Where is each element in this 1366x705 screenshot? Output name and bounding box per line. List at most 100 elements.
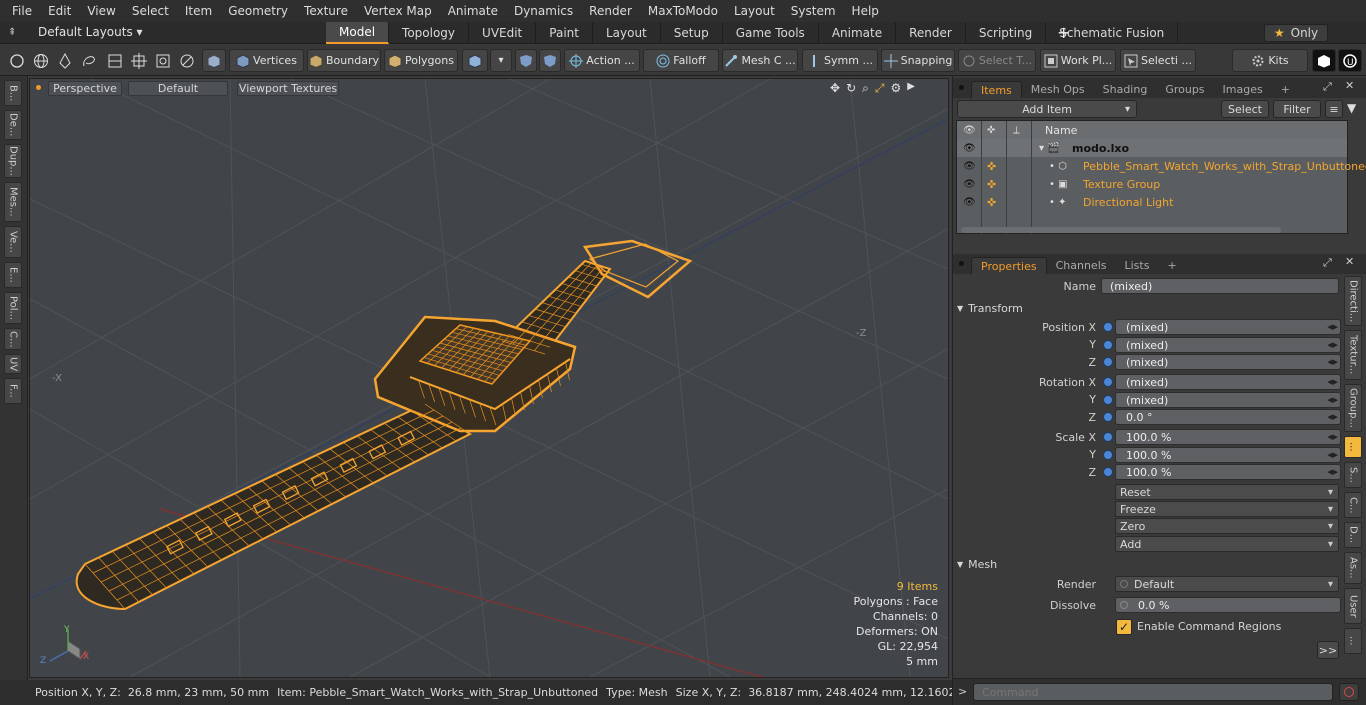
menu-item-texture[interactable]: Texture (296, 4, 356, 18)
dissolve-field[interactable]: 0.0 % (1115, 597, 1341, 613)
stepper-arrows-icon[interactable]: ◀▶ (1327, 378, 1338, 386)
globe-button[interactable] (30, 49, 52, 72)
left-tab-5[interactable]: E... (4, 262, 22, 288)
add-dropdown[interactable]: Add (1115, 536, 1339, 552)
menu-item-item[interactable]: Item (177, 4, 220, 18)
add-item-dropdown[interactable]: Add Item ▾ (957, 100, 1137, 118)
pos-field-x[interactable]: (mixed) ◀▶ (1115, 319, 1341, 335)
left-tab-9[interactable]: F... (4, 378, 22, 404)
symmetry-a-button[interactable] (515, 49, 537, 72)
mode-dropdown-button[interactable]: ▾ (490, 49, 512, 72)
center-button[interactable] (128, 49, 150, 72)
viewport-expand-icon[interactable]: ▶ (907, 81, 915, 96)
right-tab-8[interactable]: User (1344, 588, 1362, 624)
stepper-arrows-icon[interactable]: ◀▶ (1327, 396, 1338, 404)
items-list-scrollbar[interactable] (961, 227, 1281, 233)
pos-field-z[interactable]: (mixed) ◀▶ (1115, 354, 1341, 370)
rot-field-y[interactable]: (mixed) ◀▶ (1115, 392, 1341, 408)
select-button[interactable]: Select (1221, 100, 1269, 118)
stepper-arrows-icon[interactable]: ◀▶ (1327, 451, 1338, 459)
reset-dropdown[interactable]: Reset (1115, 484, 1339, 500)
stepper-arrows-icon[interactable]: ◀▶ (1327, 413, 1338, 421)
right-tab-9[interactable]: ... (1344, 628, 1362, 654)
pos-field-y[interactable]: (mixed) ◀▶ (1115, 337, 1341, 353)
command-input[interactable] (973, 683, 1333, 701)
animate-keyframe-dot[interactable] (1103, 450, 1113, 460)
layout-tab-render[interactable]: Render (896, 22, 966, 44)
items-tab-groups[interactable]: Groups (1156, 81, 1213, 98)
rotate-view-icon[interactable]: ↻ (846, 81, 856, 96)
add-layout-tab-icon[interactable]: + (1057, 23, 1070, 42)
menu-item-help[interactable]: Help (844, 4, 887, 18)
items-tab-mesh-ops[interactable]: Mesh Ops (1022, 81, 1094, 98)
add-tab-icon[interactable]: + (1272, 81, 1299, 98)
items-options-button[interactable]: ≡ (1325, 100, 1343, 118)
select-mode-circle-button[interactable] (6, 49, 28, 72)
scl-field-z[interactable]: 100.0 % ◀▶ (1115, 464, 1341, 480)
move-view-icon[interactable]: ✥ (830, 81, 840, 96)
menu-item-animate[interactable]: Animate (440, 4, 506, 18)
menu-item-file[interactable]: File (4, 4, 40, 18)
items-tab-images[interactable]: Images (1214, 81, 1272, 98)
select-through-button[interactable]: Select T... (958, 49, 1036, 72)
visibility-eye-icon[interactable]: 👁 (963, 143, 976, 154)
mesh-section-header[interactable]: ▼ Mesh (957, 556, 1342, 573)
panel-menu-dot[interactable] (959, 85, 964, 90)
left-tab-4[interactable]: Ve... (4, 226, 22, 258)
mesh-constraints-button[interactable]: Mesh C ... (722, 49, 798, 72)
right-tab-6[interactable]: D... (1344, 522, 1362, 548)
zoom-view-icon[interactable]: ⌕ (862, 81, 869, 96)
items-tab-shading[interactable]: Shading (1094, 81, 1157, 98)
properties-tab-properties[interactable]: Properties (971, 257, 1047, 274)
menu-item-maxtomodo[interactable]: MaxToModo (640, 4, 726, 18)
command-record-button[interactable] (1339, 683, 1359, 701)
layout-tab-scripting[interactable]: Scripting (966, 22, 1047, 44)
menu-item-view[interactable]: View (79, 4, 123, 18)
transform-lock-icon[interactable]: ✜ (987, 160, 996, 173)
boundary-button[interactable]: Boundary (307, 49, 381, 72)
layout-tab-game-tools[interactable]: Game Tools (723, 22, 819, 44)
layout-tab-uvedit[interactable]: UVEdit (469, 22, 537, 44)
layout-tab-topology[interactable]: Topology (389, 22, 470, 44)
left-tab-3[interactable]: Mes... (4, 182, 22, 222)
stepper-arrows-icon[interactable]: ◀▶ (1327, 323, 1338, 331)
pen-tool-button[interactable] (54, 49, 76, 72)
name-field[interactable]: (mixed) (1101, 278, 1339, 294)
rot-field-x[interactable]: (mixed) ◀▶ (1115, 374, 1341, 390)
stepper-arrows-icon[interactable]: ◀▶ (1327, 358, 1338, 366)
item-row[interactable]: 👁 ✜ • ✦ Directional Light (957, 193, 1347, 211)
scl-field-y[interactable]: 100.0 % ◀▶ (1115, 447, 1341, 463)
modo-logo-button[interactable] (1312, 49, 1336, 72)
layout-tab-setup[interactable]: Setup (661, 22, 723, 44)
right-tab-0[interactable]: Directi... (1344, 276, 1362, 326)
layout-tab-layout[interactable]: Layout (593, 22, 661, 44)
animate-keyframe-dot[interactable] (1103, 432, 1113, 442)
kits-button[interactable]: Kits (1232, 49, 1308, 72)
shading-dropdown[interactable]: Viewport Textures (237, 81, 339, 96)
item-row[interactable]: 👁 ✜ • ⬡ Pebble_Smart_Watch_Works_with_Strap… (957, 157, 1366, 175)
animate-keyframe-dot[interactable] (1103, 340, 1113, 350)
perspective-dropdown[interactable]: Perspective (48, 81, 122, 96)
menu-item-system[interactable]: System (783, 4, 844, 18)
viewport-settings-icon[interactable]: ⚙ (890, 81, 901, 96)
right-tab-3[interactable]: ... (1344, 436, 1362, 458)
items-panel-expand-icon[interactable]: ⤢ (1323, 80, 1332, 94)
selection-sets-button[interactable]: Selecti ... (1120, 49, 1196, 72)
filter-button[interactable]: Filter (1273, 100, 1321, 118)
properties-close-icon[interactable]: ✕ (1345, 255, 1354, 268)
left-tab-8[interactable]: UV (4, 354, 22, 374)
properties-tab-lists[interactable]: Lists (1116, 257, 1159, 274)
polygons-button[interactable]: Polygons (384, 49, 458, 72)
enable-command-regions-checkbox[interactable]: ✓ (1116, 619, 1132, 635)
animate-keyframe-dot[interactable] (1103, 377, 1113, 387)
work-plane-button[interactable]: Work Pl... (1040, 49, 1116, 72)
right-tab-5[interactable]: C... (1344, 492, 1362, 518)
visibility-eye-icon[interactable]: 👁 (963, 197, 976, 208)
snapping-button[interactable]: Snapping (881, 49, 955, 72)
vertices-button[interactable]: Vertices (229, 49, 304, 72)
falloff-button[interactable]: Falloff (643, 49, 719, 72)
filter-funnel-icon[interactable]: ▼ (1347, 101, 1356, 115)
menu-item-dynamics[interactable]: Dynamics (506, 4, 581, 18)
menu-item-vertex-map[interactable]: Vertex Map (356, 4, 440, 18)
left-tab-6[interactable]: Pol... (4, 292, 22, 324)
